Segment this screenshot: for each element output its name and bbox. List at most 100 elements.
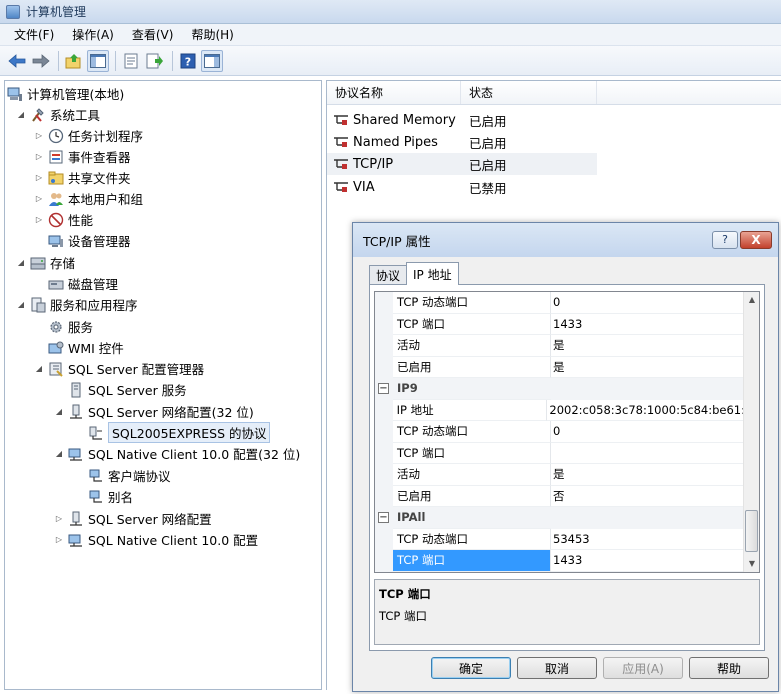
section-collapse-icon[interactable]: −	[378, 383, 389, 394]
grid-section-header[interactable]: − IP9	[375, 378, 745, 400]
tree-item-root[interactable]: 计算机管理(本地)	[7, 83, 124, 104]
expand-icon[interactable]: ▷	[33, 173, 45, 182]
help-dialog-button[interactable]: 帮助	[689, 657, 769, 679]
list-row-via[interactable]: VIA 已禁用	[327, 176, 597, 198]
tree-item-wmi[interactable]: WMI 控件	[48, 337, 124, 358]
client-config-icon	[68, 532, 84, 548]
menu-help[interactable]: 帮助(H)	[183, 24, 241, 45]
grid-property-row[interactable]: TCP 端口 1433	[375, 550, 745, 572]
ok-button[interactable]: 确定	[431, 657, 511, 679]
grid-property-row[interactable]: 活动是	[375, 464, 745, 486]
expand-icon[interactable]: ▷	[33, 131, 45, 140]
tree-item-sql-services[interactable]: SQL Server 服务	[68, 379, 187, 400]
tree-item-device-manager[interactable]: 设备管理器	[48, 230, 131, 251]
property-value[interactable]: 1433	[551, 550, 745, 572]
tab-protocol[interactable]: 协议	[369, 265, 408, 285]
tree-item-event-viewer[interactable]: ▷ 事件查看器	[33, 146, 131, 167]
grid-property-row[interactable]: TCP 动态端口 0	[375, 292, 745, 314]
network-config-icon	[68, 511, 84, 527]
grid-property-row[interactable]: 已启用是	[375, 356, 745, 378]
property-name: TCP 端口	[393, 442, 551, 464]
export-list-button[interactable]	[144, 50, 166, 72]
property-value[interactable]: 53453	[551, 529, 745, 550]
section-collapse-icon[interactable]: −	[378, 512, 389, 523]
grid-property-row[interactable]: 已启用否	[375, 485, 745, 507]
tab-ip-addresses[interactable]: IP 地址	[406, 262, 459, 285]
grid-property-row[interactable]: 活动是	[375, 335, 745, 357]
property-value[interactable]: 0	[551, 421, 745, 443]
tree-item-local-users[interactable]: ▷ 本地用户和组	[33, 188, 143, 209]
collapse-icon[interactable]: ◢	[15, 110, 27, 119]
tree-item-sql2005express-protocols[interactable]: SQL2005EXPRESS 的协议	[88, 422, 271, 443]
grid-section-header[interactable]: − IPAll	[375, 507, 745, 529]
grid-property-row[interactable]: TCP 动态端口 53453	[375, 528, 745, 550]
grid-property-row[interactable]: TCP 端口 1433	[375, 313, 745, 335]
list-row-tcp-ip[interactable]: TCP/IP 已启用	[327, 153, 597, 175]
dialog-close-button[interactable]: X	[740, 231, 772, 249]
column-header-protocol-name[interactable]: 协议名称	[327, 81, 461, 104]
show-hide-action-button[interactable]	[201, 49, 223, 72]
tree-item-performance[interactable]: ▷ 性能	[33, 209, 93, 230]
tree-item-shared-folders[interactable]: ▷ 共享文件夹	[33, 167, 131, 188]
tree-item-task-scheduler[interactable]: ▷ 任务计划程序	[33, 125, 143, 146]
tree-item-services[interactable]: 服务	[48, 316, 93, 337]
collapse-icon[interactable]: ◢	[53, 449, 65, 458]
tree-item-storage[interactable]: ◢ 存储	[15, 252, 75, 273]
grid-property-row[interactable]: TCP 端口	[375, 442, 745, 464]
grid-property-row[interactable]: IP 地址 2002:c058:3c78:1000:5c84:be61:	[375, 399, 745, 421]
expand-icon[interactable]: ▷	[53, 514, 65, 523]
menu-view[interactable]: 查看(V)	[124, 24, 182, 45]
show-hide-tree-button[interactable]	[87, 49, 109, 72]
sql-config-icon	[48, 361, 64, 377]
property-grid-scrollbar[interactable]: ▲ ▼	[743, 292, 759, 572]
property-value[interactable]: 是	[551, 335, 745, 357]
up-folder-button[interactable]	[63, 50, 85, 72]
list-row-shared-memory[interactable]: Shared Memory 已启用	[327, 109, 597, 131]
expand-icon[interactable]: ▷	[33, 215, 45, 224]
tree-item-sql-config-manager[interactable]: ◢ SQL Server 配置管理器	[33, 358, 204, 379]
property-name: TCP 动态端口	[393, 292, 551, 314]
property-value[interactable]: 是	[551, 357, 745, 378]
collapse-icon[interactable]: ◢	[53, 407, 65, 416]
help-button[interactable]: ?	[177, 50, 199, 72]
property-value[interactable]	[551, 443, 745, 464]
scroll-thumb[interactable]	[745, 510, 758, 552]
scroll-up-arrow[interactable]: ▲	[744, 292, 759, 308]
back-button[interactable]	[6, 50, 28, 72]
tree-item-aliases[interactable]: 别名	[88, 486, 133, 507]
collapse-icon[interactable]: ◢	[33, 364, 45, 373]
list-row-named-pipes[interactable]: Named Pipes 已启用	[327, 131, 597, 153]
client-config-icon	[68, 446, 84, 462]
expand-icon[interactable]: ▷	[33, 194, 45, 203]
forward-button[interactable]	[30, 50, 52, 72]
menu-file[interactable]: 文件(F)	[6, 24, 62, 45]
property-value[interactable]: 否	[551, 486, 745, 507]
cancel-button[interactable]: 取消	[517, 657, 597, 679]
properties-button[interactable]	[120, 50, 142, 72]
storage-icon	[30, 255, 46, 271]
computer-icon	[7, 86, 23, 102]
tree-item-system-tools[interactable]: ◢ 系统工具	[15, 104, 100, 125]
property-value[interactable]: 1433	[551, 314, 745, 335]
column-header-state[interactable]: 状态	[461, 81, 597, 104]
tree-item-sql-network[interactable]: ▷ SQL Server 网络配置	[53, 508, 212, 529]
collapse-icon[interactable]: ◢	[15, 258, 27, 267]
apply-button[interactable]: 应用(A)	[603, 657, 683, 679]
property-value[interactable]: 2002:c058:3c78:1000:5c84:be61:	[547, 400, 745, 421]
tree-item-services-apps[interactable]: ◢ 服务和应用程序	[15, 294, 138, 315]
menu-action[interactable]: 操作(A)	[64, 24, 122, 45]
expand-icon[interactable]: ▷	[53, 535, 65, 544]
tree-label: SQL Server 服务	[88, 383, 187, 398]
grid-property-row[interactable]: TCP 动态端口 0	[375, 421, 745, 443]
tree-item-sql-network-32[interactable]: ◢ SQL Server 网络配置(32 位)	[53, 401, 254, 422]
tree-item-client-protocols[interactable]: 客户端协议	[88, 465, 171, 486]
scroll-down-arrow[interactable]: ▼	[744, 556, 759, 572]
property-value[interactable]: 0	[551, 292, 745, 314]
tree-item-native-client-32[interactable]: ◢ SQL Native Client 10.0 配置(32 位)	[53, 443, 300, 464]
collapse-icon[interactable]: ◢	[15, 300, 27, 309]
property-value[interactable]: 是	[551, 464, 745, 486]
tree-item-native-client[interactable]: ▷ SQL Native Client 10.0 配置	[53, 529, 258, 550]
expand-icon[interactable]: ▷	[33, 152, 45, 161]
tree-item-disk-management[interactable]: 磁盘管理	[48, 273, 118, 294]
dialog-help-button[interactable]: ?	[712, 231, 738, 249]
